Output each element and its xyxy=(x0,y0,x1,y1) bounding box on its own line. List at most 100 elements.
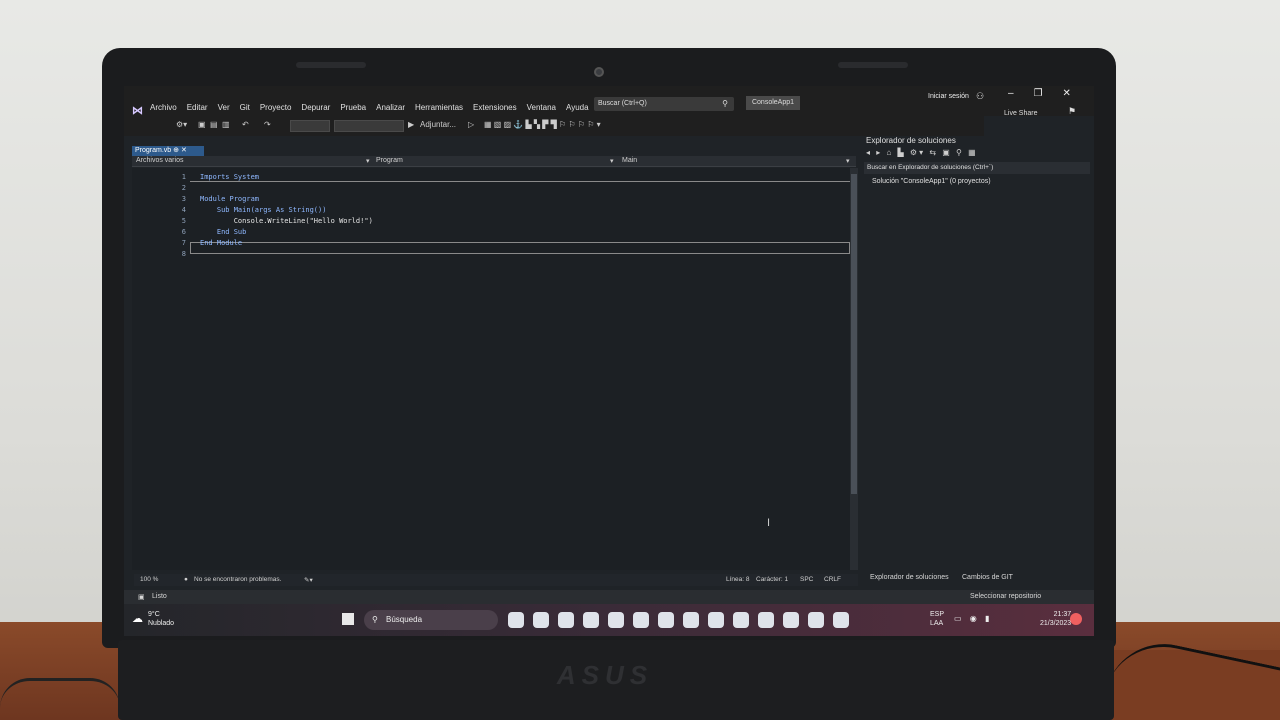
weather-widget[interactable]: 9°C Nublado xyxy=(148,610,174,628)
menu-editar[interactable]: Editar xyxy=(187,103,208,112)
code-line[interactable]: Sub Main(args As String()) xyxy=(200,206,846,217)
menu-ver[interactable]: Ver xyxy=(218,103,230,112)
chat-icon[interactable] xyxy=(533,612,549,628)
editor-scrollbar[interactable] xyxy=(850,168,858,570)
code-line[interactable] xyxy=(200,184,846,195)
brush-icon[interactable]: ✎▾ xyxy=(304,576,313,584)
file-explorer-icon[interactable] xyxy=(558,612,574,628)
menu-depurar[interactable]: Depurar xyxy=(301,103,330,112)
redo-icon[interactable]: ↷ xyxy=(264,120,271,129)
spc-indicator[interactable]: SPC xyxy=(800,576,813,583)
menu-analizar[interactable]: Analizar xyxy=(376,103,405,112)
code-lines[interactable]: Imports System Module Program Sub Main(a… xyxy=(200,173,846,261)
undo-icon[interactable]: ↶ xyxy=(242,120,249,129)
menu-extensiones[interactable]: Extensiones xyxy=(473,103,517,112)
solution-explorer-title: Explorador de soluciones xyxy=(866,136,956,145)
task-view-icon[interactable] xyxy=(508,612,524,628)
close-icon[interactable]: ✕ xyxy=(1063,88,1071,99)
app-icon[interactable] xyxy=(683,612,699,628)
time: 21:37 xyxy=(1053,611,1072,618)
start-button[interactable] xyxy=(342,613,354,625)
platform-dropdown[interactable] xyxy=(334,120,404,132)
dropdown-arrow-icon[interactable]: ▾ xyxy=(846,157,850,165)
menu-prueba[interactable]: Prueba xyxy=(340,103,366,112)
nav-member-dropdown[interactable]: Main xyxy=(622,157,637,164)
code-line[interactable]: Module Program xyxy=(200,195,846,206)
clock[interactable]: 21:37 21/3/2023 xyxy=(1040,610,1071,628)
window-controls: – ❐ ✕ xyxy=(1008,88,1071,99)
project-badge[interactable]: ConsoleApp1 xyxy=(746,96,800,110)
zoom-level[interactable]: 100 % xyxy=(140,576,158,583)
app-icon[interactable] xyxy=(708,612,724,628)
toolbar-icons[interactable]: ▦ ▧ ▨ ⚓ ▙ ▚ ▛ ▜ ⚐ ⚐ ⚐ ⚐ ▾ xyxy=(484,120,601,129)
code-line[interactable]: End Sub xyxy=(200,228,846,239)
configuration-dropdown[interactable] xyxy=(290,120,330,132)
problems-status[interactable]: No se encontraron problemas. xyxy=(194,576,281,583)
account-icon[interactable]: ⚇ xyxy=(976,91,984,102)
menu-herramientas[interactable]: Herramientas xyxy=(415,103,463,112)
app-icon[interactable] xyxy=(733,612,749,628)
line-number: 8 xyxy=(181,250,186,258)
code-editor[interactable]: 1 2 3 4 5 6 7 8 Imports System Module Pr… xyxy=(132,168,850,570)
solution-item[interactable]: Solución "ConsoleApp1" (0 proyectos) xyxy=(872,178,991,185)
feedback-icon[interactable]: ⚑ xyxy=(1068,106,1076,117)
store-icon[interactable] xyxy=(608,612,624,628)
minimize-icon[interactable]: – xyxy=(1008,88,1014,99)
live-share-button[interactable]: Live Share xyxy=(1004,110,1037,117)
crlf-indicator[interactable]: CRLF xyxy=(824,576,841,583)
date: 21/3/2023 xyxy=(1040,620,1072,627)
char-indicator[interactable]: Carácter: 1 xyxy=(756,576,788,583)
run-icon[interactable]: ▷ xyxy=(468,120,474,129)
select-repo-button[interactable]: Seleccionar repositorio xyxy=(970,593,1041,600)
menu-git[interactable]: Git xyxy=(240,103,250,112)
attach-button[interactable]: Adjuntar... xyxy=(420,120,456,129)
firefox-icon[interactable] xyxy=(633,612,649,628)
code-line[interactable]: Imports System xyxy=(200,173,846,184)
menu-proyecto[interactable]: Proyecto xyxy=(260,103,292,112)
search-box[interactable]: Buscar (Ctrl+Q) ⚲ xyxy=(594,97,734,111)
app-icon[interactable] xyxy=(808,612,824,628)
play-icon[interactable]: ▶ xyxy=(408,120,414,129)
navigation-bar: Archivos varios ▾ Program ▾ Main ▾ xyxy=(132,156,856,167)
save-all-icon[interactable]: ▥ xyxy=(222,120,230,129)
taskbar-search[interactable]: ⚲ Búsqueda xyxy=(364,610,498,630)
editor-status-bar: 100 % ● No se encontraron problemas. ✎▾ … xyxy=(134,574,858,586)
scrollbar-thumb[interactable] xyxy=(851,174,857,494)
new-item-icon[interactable]: ⚙▾ xyxy=(176,120,187,129)
dropdown-arrow-icon[interactable]: ▾ xyxy=(610,157,614,165)
open-icon[interactable]: ▣ xyxy=(198,120,206,129)
code-line[interactable]: End Module xyxy=(200,239,846,250)
nav-class-dropdown[interactable]: Program xyxy=(376,157,403,164)
system-tray-icons[interactable]: ▭ ◉ ▮ xyxy=(954,614,992,623)
lid-hinge xyxy=(296,62,366,68)
menu-bar: Archivo Editar Ver Git Proyecto Depurar … xyxy=(150,103,589,112)
tab-solution-explorer[interactable]: Explorador de soluciones xyxy=(870,574,949,581)
nav-files-dropdown[interactable]: Archivos varios xyxy=(136,157,183,164)
notification-icon[interactable] xyxy=(1070,613,1082,625)
line-indicator[interactable]: Línea: 8 xyxy=(726,576,750,583)
code-line[interactable] xyxy=(200,250,846,261)
code-line[interactable]: Console.WriteLine("Hello World!") xyxy=(200,217,846,228)
vscode-icon[interactable] xyxy=(758,612,774,628)
save-icon[interactable]: ▤ xyxy=(210,120,218,129)
status-ready: Listo xyxy=(152,593,167,600)
taskbar-search-label: Búsqueda xyxy=(386,615,423,624)
menu-ayuda[interactable]: Ayuda xyxy=(566,103,589,112)
solution-search-input[interactable]: Buscar en Explorador de soluciones (Ctrl… xyxy=(864,162,1090,174)
dropdown-arrow-icon[interactable]: ▾ xyxy=(366,157,370,165)
chrome-icon[interactable] xyxy=(658,612,674,628)
tab-program-vb[interactable]: Program.vb ⊕ ✕ xyxy=(132,146,204,156)
solution-explorer-toolbar[interactable]: ◂ ▸ ⌂ ▙ ⚙▾ ⇆ ▣ ⚲ ▦ xyxy=(866,148,978,157)
screen: ⋈ Archivo Editar Ver Git Proyecto Depura… xyxy=(124,86,1094,636)
language-indicator[interactable]: ESP LAA xyxy=(930,610,944,628)
tab-git-changes[interactable]: Cambios de GIT xyxy=(962,574,1013,581)
pin-icon[interactable]: ⊕ ✕ xyxy=(173,147,187,154)
menu-archivo[interactable]: Archivo xyxy=(150,103,177,112)
edge-icon[interactable] xyxy=(583,612,599,628)
visual-studio-taskbar-icon[interactable] xyxy=(833,612,849,628)
menu-ventana[interactable]: Ventana xyxy=(527,103,556,112)
cloud-icon: ☁ xyxy=(132,613,143,625)
login-button[interactable]: Iniciar sesión xyxy=(928,93,969,100)
app-icon[interactable] xyxy=(783,612,799,628)
restore-icon[interactable]: ❐ xyxy=(1034,88,1043,99)
